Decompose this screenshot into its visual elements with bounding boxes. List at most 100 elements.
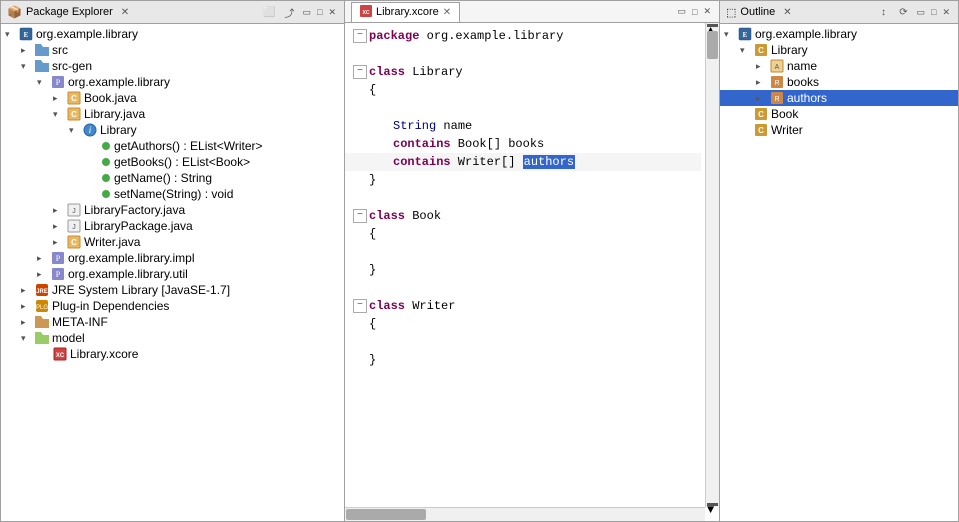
code-line-blank3[interactable]	[345, 189, 701, 207]
outline-sync-button[interactable]: ⟳	[895, 3, 913, 21]
outline-item-books[interactable]: ▸ R books	[720, 74, 958, 90]
label-meta-inf: META-INF	[52, 315, 108, 329]
outline-title: Outline	[740, 6, 775, 18]
outline-item-library[interactable]: ▾ C Library	[720, 42, 958, 58]
outline-item-root[interactable]: ▾ E org.example.library	[720, 26, 958, 42]
outline-close[interactable]: ✕	[783, 7, 791, 18]
tab-close-button[interactable]: ✕	[443, 7, 451, 18]
fold-icon-1[interactable]: −	[353, 29, 367, 43]
icon-outline-writer: C	[754, 123, 768, 137]
tree-item-src-gen[interactable]: ▾ src-gen	[1, 58, 344, 74]
tree-item-org-util[interactable]: ▸ P org.example.library.util	[1, 266, 344, 282]
arrow-outline-library: ▾	[740, 45, 754, 56]
tree-item-getBooks[interactable]: getBooks() : EList<Book>	[1, 154, 344, 170]
outline-tree: ▾ E org.example.library ▾ C Library ▸ A …	[720, 24, 958, 521]
editor-minimize-button[interactable]: ▭	[676, 6, 689, 17]
code-line-writer-open[interactable]: {	[345, 315, 701, 333]
code-writer-close: }	[369, 353, 376, 367]
code-line-contains-authors[interactable]: contains Writer[] authors	[345, 153, 701, 171]
outline-item-authors[interactable]: ▸ R authors	[720, 90, 958, 106]
tree-item-libraryFactory[interactable]: ▸ J LibraryFactory.java	[1, 202, 344, 218]
fold-icon-class-writer[interactable]: −	[353, 299, 367, 313]
tree-item-libraryPackage[interactable]: ▸ J LibraryPackage.java	[1, 218, 344, 234]
icon-writer-java: C	[67, 235, 81, 249]
vscroll-thumb[interactable]	[707, 31, 718, 59]
icon-outline-books: R	[770, 75, 784, 89]
vscroll-up-arrow[interactable]: ▲	[707, 24, 718, 27]
code-line-string-name[interactable]: String name	[345, 117, 701, 135]
tree-item-library-class[interactable]: ▾ i Library	[1, 122, 344, 138]
outline-item-book[interactable]: C Book	[720, 106, 958, 122]
code-line-class-writer[interactable]: − class Writer	[345, 297, 701, 315]
tree-item-library-java[interactable]: ▾ C Library.java	[1, 106, 344, 122]
arrow-org-pkg: ▾	[37, 77, 51, 88]
icon-book-java: C	[67, 91, 81, 105]
label-libraryFactory: LibraryFactory.java	[84, 203, 185, 217]
code-line-blank1[interactable]	[345, 45, 701, 63]
code-line-blank5[interactable]	[345, 279, 701, 297]
tree-item-plugin-deps[interactable]: ▸ PLG Plug-in Dependencies	[1, 298, 344, 314]
tree-item-model[interactable]: ▾ model	[1, 330, 344, 346]
close-button[interactable]: ✕	[326, 7, 338, 18]
fold-icon-class-library[interactable]: −	[353, 65, 367, 79]
arrow-meta-inf: ▸	[21, 317, 35, 328]
label-org-root: org.example.library	[36, 27, 138, 41]
editor-hscrollbar[interactable]	[345, 507, 705, 521]
svg-text:J: J	[72, 208, 76, 215]
maximize-button[interactable]: □	[315, 7, 324, 17]
code-line-book-close[interactable]: }	[345, 261, 701, 279]
tree-item-getName[interactable]: getName() : String	[1, 170, 344, 186]
vscroll-down-arrow[interactable]: ▼	[707, 503, 718, 506]
code-line-class-book[interactable]: − class Book	[345, 207, 701, 225]
code-close-brace1: }	[369, 173, 376, 187]
tree-item-library-xcore[interactable]: XC Library.xcore	[1, 346, 344, 362]
code-line-open-brace[interactable]: {	[345, 81, 701, 99]
outline-close-button[interactable]: ✕	[940, 7, 952, 18]
outline-item-writer[interactable]: C Writer	[720, 122, 958, 138]
code-line-book-open[interactable]: {	[345, 225, 701, 243]
code-line-blank6[interactable]	[345, 333, 701, 351]
tree-item-writer-java[interactable]: ▸ C Writer.java	[1, 234, 344, 250]
arrow-libraryFactory: ▸	[53, 205, 67, 216]
code-writer-open: {	[369, 317, 376, 331]
arrow-plugin-deps: ▸	[21, 301, 35, 312]
package-explorer-close[interactable]: ✕	[121, 7, 129, 18]
code-line-1[interactable]: − package org.example.library	[345, 27, 701, 45]
icon-libraryPackage: J	[67, 219, 81, 233]
icon-outline-book: C	[754, 107, 768, 121]
outline-minimize-button[interactable]: ▭	[915, 7, 928, 18]
icon-org-util: P	[51, 267, 65, 281]
minimize-button[interactable]: ▭	[301, 7, 314, 18]
tree-item-setName[interactable]: setName(String) : void	[1, 186, 344, 202]
editor-content[interactable]: − package org.example.library − class Li…	[345, 23, 719, 521]
tree-item-org-example-library-root[interactable]: ▾ E org.example.library	[1, 26, 344, 42]
svg-text:C: C	[71, 110, 77, 119]
package-explorer-header: 📦 Package Explorer ✕ ⬜ ⤴ ▭ □ ✕	[1, 1, 344, 24]
tree-item-org-impl[interactable]: ▸ P org.example.library.impl	[1, 250, 344, 266]
code-line-blank4[interactable]	[345, 243, 701, 261]
tree-item-book-java[interactable]: ▸ C Book.java	[1, 90, 344, 106]
outline-maximize-button[interactable]: □	[929, 7, 938, 17]
editor-tab-library-xcore[interactable]: XC Library.xcore ✕	[351, 2, 460, 22]
tree-item-jre[interactable]: ▸ JRE JRE System Library [JavaSE-1.7]	[1, 282, 344, 298]
tree-item-meta-inf[interactable]: ▸ META-INF	[1, 314, 344, 330]
editor-maximize-button[interactable]: □	[690, 7, 699, 17]
label-getBooks: getBooks() : EList<Book>	[114, 155, 250, 169]
editor-vscrollbar[interactable]: ▲ ▼	[705, 23, 719, 507]
code-line-writer-close[interactable]: }	[345, 351, 701, 369]
code-line-blank2[interactable]	[345, 99, 701, 117]
tree-item-src[interactable]: ▸ src	[1, 42, 344, 58]
outline-sort-button[interactable]: ↕	[875, 3, 893, 21]
collapse-all-button[interactable]: ⬜	[261, 3, 279, 21]
code-line-contains-books[interactable]: contains Book[] books	[345, 135, 701, 153]
hscroll-thumb[interactable]	[346, 509, 426, 520]
editor-close-button[interactable]: ✕	[701, 6, 713, 17]
label-org-impl: org.example.library.impl	[68, 251, 195, 265]
link-editor-button[interactable]: ⤴	[281, 3, 299, 21]
fold-icon-class-book[interactable]: −	[353, 209, 367, 223]
code-line-class-library[interactable]: − class Library	[345, 63, 701, 81]
outline-item-name[interactable]: ▸ A name	[720, 58, 958, 74]
tree-item-getAuthors[interactable]: getAuthors() : EList<Writer>	[1, 138, 344, 154]
tree-item-org-pkg[interactable]: ▾ P org.example.library	[1, 74, 344, 90]
code-line-close-brace1[interactable]: }	[345, 171, 701, 189]
